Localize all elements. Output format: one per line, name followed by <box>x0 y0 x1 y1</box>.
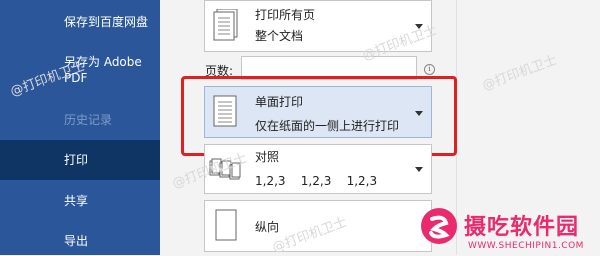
info-icon[interactable]: i <box>424 64 435 75</box>
logo-title: 摄吃软件园 <box>464 215 580 240</box>
logo-mark-icon <box>421 208 457 244</box>
sidebar-item-share[interactable]: 共享 <box>0 188 160 214</box>
sidebar-item-print[interactable]: 打印 <box>0 140 160 180</box>
sidebar-item-save-baidu[interactable]: 保存到百度网盘 <box>0 8 160 34</box>
chevron-down-icon <box>415 167 423 172</box>
backstage-sidebar: 保存到百度网盘 另存为 Adobe PDF 历史记录 打印 共享 导出 <box>0 0 160 255</box>
collate-title: 对照 <box>255 150 280 164</box>
orientation-title: 纵向 <box>255 220 280 234</box>
sidebar-item-label: 共享 <box>64 194 89 208</box>
sidebar-item-label: 保存到百度网盘 <box>64 15 149 29</box>
portrait-page-icon <box>215 209 237 241</box>
collate-subtitle: 1,2,3 1,2,3 1,2,3 <box>255 174 378 188</box>
sidebar-item-history[interactable]: 历史记录 <box>0 108 160 132</box>
sidebar-item-label: 历史记录 <box>64 113 113 127</box>
sidebar-item-label: 打印 <box>64 153 89 167</box>
page-stack-icon <box>213 9 238 41</box>
logo-url: WWW.SHECHIPIN1.COM <box>468 241 584 251</box>
print-range-subtitle: 整个文档 <box>255 29 304 43</box>
sidebar-item-label: 导出 <box>64 234 89 248</box>
print-range-title: 打印所有页 <box>255 8 316 22</box>
site-logo: 摄吃软件园 WWW.SHECHIPIN1.COM <box>420 203 600 255</box>
sidebar-item-export[interactable]: 导出 <box>0 228 160 254</box>
